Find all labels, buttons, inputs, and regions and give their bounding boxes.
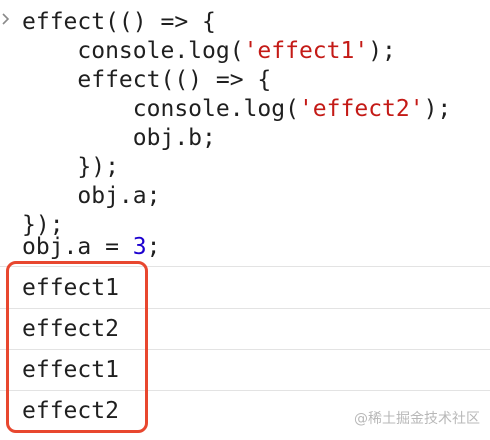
output-highlight-box [6, 261, 148, 433]
number-literal: 3 [132, 234, 147, 260]
code-text: obj.a; [22, 183, 161, 209]
code-text: console.log( [22, 96, 299, 122]
code-text: console.log( [22, 38, 244, 64]
code-text: ; [146, 234, 161, 260]
code-line-9: obj.a = 3; [22, 233, 161, 261]
console-input-block[interactable]: effect(() => { console.log('effect1'); e… [0, 0, 490, 267]
code-text: obj.a = [22, 234, 133, 260]
code-text: ); [368, 38, 396, 64]
code-line-2: console.log('effect1'); [22, 37, 396, 65]
code-text: effect(() => { [22, 9, 216, 35]
code-text: obj.b; [22, 125, 216, 151]
code-line-1: effect(() => { [22, 8, 216, 36]
code-line-3: effect(() => { [22, 66, 271, 94]
code-text: ); [423, 96, 452, 122]
code-text: effect(() => { [22, 67, 272, 93]
watermark: @稀土掘金技术社区 [354, 411, 480, 427]
string-literal: 'effect1' [243, 38, 369, 64]
prompt-chevron-icon [2, 13, 10, 25]
string-literal: 'effect2' [298, 96, 424, 122]
code-line-5: obj.b; [22, 124, 216, 152]
code-text: }); [22, 154, 119, 180]
console-panel: effect(() => { console.log('effect1'); e… [0, 0, 490, 440]
code-line-4: console.log('effect2'); [22, 95, 452, 123]
code-line-7: obj.a; [22, 182, 160, 210]
code-line-6: }); [22, 153, 119, 181]
